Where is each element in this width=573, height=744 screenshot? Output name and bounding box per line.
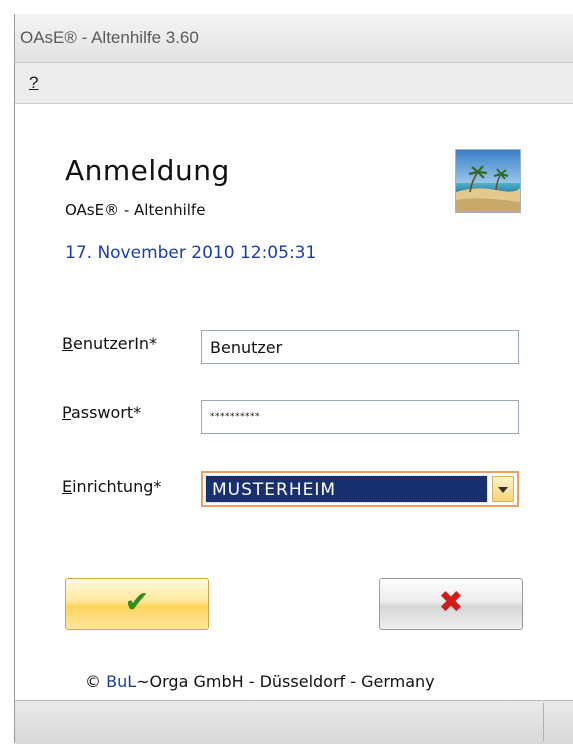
user-label-text: enutzerIn* [72,334,158,353]
password-label-text: asswort* [70,403,142,422]
cancel-button[interactable]: ✖ [379,578,523,630]
menu-item-help[interactable]: ? [29,73,38,93]
menu-bar: ? [15,63,573,104]
checkmark-icon: ✔ [124,585,150,620]
login-ok-button[interactable]: ✔ [65,578,209,630]
title-bar[interactable]: OAsE® - Altenhilfe 3.60 [15,14,573,63]
current-datetime: 17. November 2010 12:05:31 [65,243,317,263]
app-subtitle: OAsE® - Altenhilfe [65,201,206,219]
copyright-brand: BuL [106,672,137,691]
facility-label-mnemonic: E [62,477,73,496]
copyright-notice: © BuL~Orga GmbH - Düsseldorf - Germany [85,672,435,691]
status-bar [15,700,573,744]
user-label: BenutzerIn* [62,334,157,353]
password-label-mnemonic: P [62,403,71,422]
facility-select[interactable]: MUSTERHEIM [201,471,519,507]
copyright-symbol: © [85,672,101,691]
desktop-strip [0,0,573,14]
dropdown-button[interactable] [492,476,514,502]
copyright-text: ~Orga GmbH - Düsseldorf - Germany [136,672,435,691]
close-icon: ✖ [438,585,464,620]
facility-selected-value[interactable]: MUSTERHEIM [205,475,488,503]
page-title: Anmeldung [65,154,230,187]
facility-label-text: inrichtung* [72,477,162,496]
username-input[interactable]: Benutzer [201,330,519,364]
user-label-mnemonic: B [62,334,73,353]
password-label: Passwort* [62,403,141,422]
window-title: OAsE® - Altenhilfe 3.60 [20,28,199,47]
password-input[interactable]: ********** [201,400,519,434]
login-window: OAsE® - Altenhilfe 3.60 ? Anmeldung OAsE… [14,14,573,744]
status-divider [543,703,544,741]
chevron-down-icon [498,487,508,493]
login-panel: Anmeldung OAsE® - Altenhilfe 17. Novembe… [15,104,573,699]
facility-label: Einrichtung* [62,477,161,496]
beach-image-icon [455,149,521,213]
